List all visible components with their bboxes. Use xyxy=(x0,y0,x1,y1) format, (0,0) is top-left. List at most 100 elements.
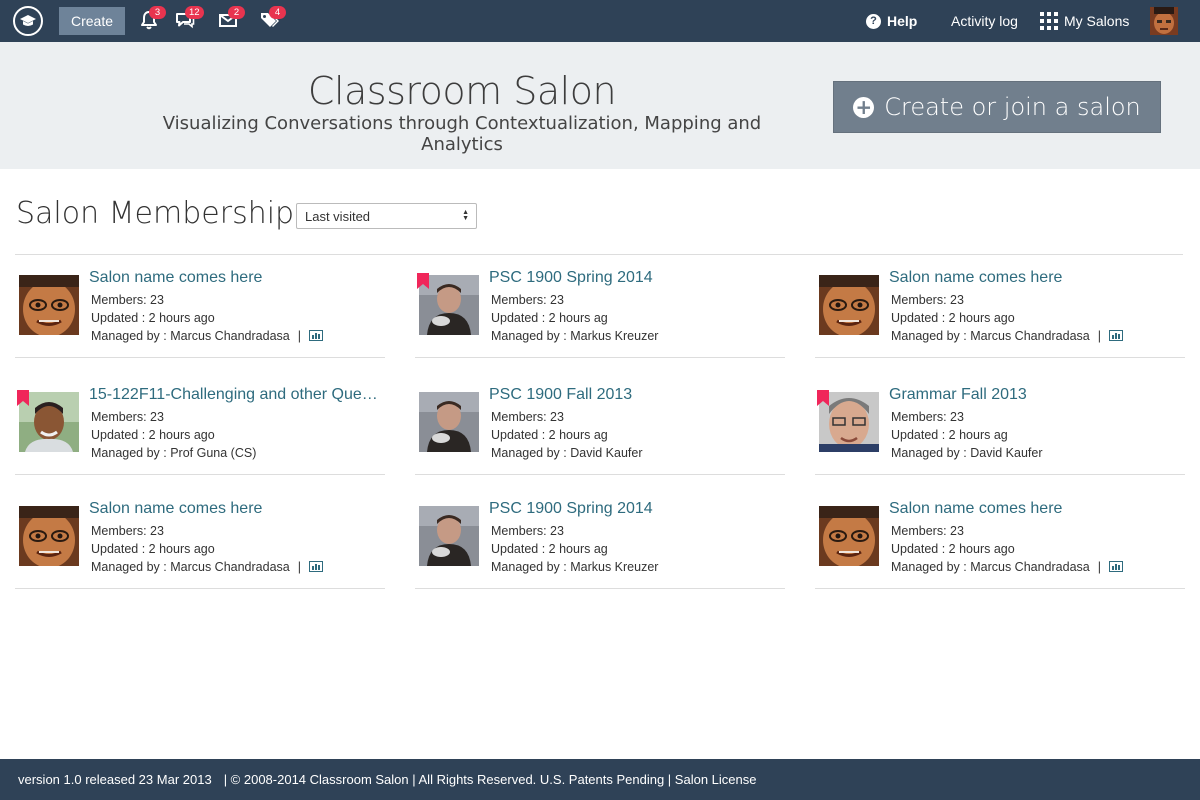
my-salons-label: My Salons xyxy=(1064,13,1130,29)
salon-card[interactable]: Salon name comes here Members: 23 Updated … xyxy=(15,254,385,358)
salon-card[interactable]: Salon name comes here Members: 23 Updated … xyxy=(815,485,1185,589)
salon-thumbnail[interactable] xyxy=(19,275,79,335)
analytics-chart-icon[interactable] xyxy=(308,330,323,341)
salon-thumbnail[interactable] xyxy=(419,506,479,566)
comments-icon[interactable]: 12 xyxy=(175,6,204,32)
analytics-chart-icon[interactable] xyxy=(1108,330,1123,341)
sort-select[interactable]: Last visited ▲ ▼ xyxy=(296,203,477,229)
salon-manager-row: Managed by : Marcus Chandradasa | xyxy=(891,560,1123,574)
footer-version: version 1.0 released 23 Mar 2013 xyxy=(18,772,212,787)
salon-title-link[interactable]: PSC 1900 Spring 2014 xyxy=(489,500,783,518)
separator: | xyxy=(297,329,301,343)
salon-title-link[interactable]: Salon name comes here xyxy=(89,269,383,287)
hero-banner: Classroom Salon Visualizing Conversation… xyxy=(0,42,1200,169)
create-or-join-label: Create or join a salon xyxy=(884,93,1141,121)
salon-updated: Updated : 2 hours ago xyxy=(91,428,215,442)
salon-thumbnail[interactable] xyxy=(19,506,79,566)
salon-members: Members: 23 xyxy=(91,524,164,538)
user-avatar[interactable] xyxy=(1150,7,1178,35)
analytics-chart-icon[interactable] xyxy=(1108,561,1123,572)
activity-log-link[interactable]: Activity log xyxy=(951,0,1018,42)
app-subtitle: Visualizing Conversations through Contex… xyxy=(162,113,762,155)
salon-managed-by: Managed by : Prof Guna (CS) xyxy=(91,446,257,460)
salon-title-link[interactable]: Grammar Fall 2013 xyxy=(889,386,1183,404)
salon-managed-by: Managed by : Marcus Chandradasa xyxy=(91,560,290,574)
salon-title-link[interactable]: Salon name comes here xyxy=(889,269,1183,287)
separator: | xyxy=(1097,329,1101,343)
salon-members: Members: 23 xyxy=(891,410,964,424)
salon-managed-by: Managed by : Marcus Chandradasa xyxy=(891,329,1090,343)
salon-members: Members: 23 xyxy=(891,524,964,538)
salon-manager-row: Managed by : Marcus Chandradasa | xyxy=(91,329,323,343)
tags-badge: 4 xyxy=(269,6,286,19)
salon-managed-by: Managed by : Marcus Chandradasa xyxy=(91,329,290,343)
salon-thumbnail[interactable] xyxy=(819,275,879,335)
notifications-bell-icon[interactable]: 3 xyxy=(139,6,166,32)
salon-managed-by: Managed by : Markus Kreuzer xyxy=(491,329,659,343)
notifications-badge: 3 xyxy=(149,6,166,19)
bookmark-icon xyxy=(417,273,429,289)
salon-updated: Updated : 2 hours ago xyxy=(91,542,215,556)
salon-thumbnail[interactable] xyxy=(819,506,879,566)
salon-title-link[interactable]: Salon name comes here xyxy=(889,500,1183,518)
graduation-cap-logo-icon[interactable] xyxy=(13,6,43,36)
salon-updated: Updated : 2 hours ag xyxy=(891,428,1008,442)
salon-members: Members: 23 xyxy=(491,524,564,538)
salon-updated: Updated : 2 hours ag xyxy=(491,542,608,556)
salon-card[interactable]: Grammar Fall 2013 Members: 23 Updated : 2 … xyxy=(815,371,1185,475)
salon-members: Members: 23 xyxy=(91,410,164,424)
create-button[interactable]: Create xyxy=(59,7,125,35)
separator: | xyxy=(1097,560,1101,574)
salon-card[interactable]: PSC 1900 Spring 2014 Members: 23 Updated :… xyxy=(415,254,785,358)
salon-card[interactable]: Salon name comes here Members: 23 Updated … xyxy=(15,485,385,589)
salon-card[interactable]: Salon name comes here Members: 23 Updated … xyxy=(815,254,1185,358)
salon-managed-by: Managed by : David Kaufer xyxy=(491,446,643,460)
analytics-chart-icon[interactable] xyxy=(308,561,323,572)
sort-select-value: Last visited xyxy=(305,208,371,224)
top-nav-bar: Create 3 12 2 4 ? Help Activity log My S… xyxy=(0,0,1200,42)
bookmark-icon xyxy=(17,390,29,406)
salon-updated: Updated : 2 hours ago xyxy=(891,311,1015,325)
salon-members: Members: 23 xyxy=(91,293,164,307)
salon-card[interactable]: 15-122F11-Challenging and other Question… xyxy=(15,371,385,475)
salon-title-link[interactable]: Salon name comes here xyxy=(89,500,383,518)
salon-updated: Updated : 2 hours ago xyxy=(891,542,1015,556)
footer: version 1.0 released 23 Mar 2013 | © 200… xyxy=(0,759,1200,800)
salon-members: Members: 23 xyxy=(891,293,964,307)
messages-envelope-icon[interactable]: 2 xyxy=(218,6,245,32)
my-salons-menu[interactable]: My Salons xyxy=(1040,0,1129,42)
help-link[interactable]: ? Help xyxy=(866,0,917,42)
salon-manager-row: Managed by : Markus Kreuzer xyxy=(491,560,658,574)
salon-card[interactable]: PSC 1900 Fall 2013 Members: 23 Updated : 2… xyxy=(415,371,785,475)
app-title: Classroom Salon xyxy=(307,69,617,113)
salon-card[interactable]: PSC 1900 Spring 2014 Members: 23 Updated :… xyxy=(415,485,785,589)
messages-badge: 2 xyxy=(228,6,245,19)
help-label: Help xyxy=(887,13,918,29)
salon-updated: Updated : 2 hours ag xyxy=(491,311,608,325)
salon-members: Members: 23 xyxy=(491,410,564,424)
salon-thumbnail[interactable] xyxy=(419,392,479,452)
salon-manager-row: Managed by : Prof Guna (CS) xyxy=(91,446,256,460)
salon-managed-by: Managed by : David Kaufer xyxy=(891,446,1043,460)
salon-managed-by: Managed by : Marcus Chandradasa xyxy=(891,560,1090,574)
salon-members: Members: 23 xyxy=(491,293,564,307)
salon-manager-row: Managed by : David Kaufer xyxy=(491,446,642,460)
salon-manager-row: Managed by : Markus Kreuzer xyxy=(491,329,658,343)
plus-circle-icon: + xyxy=(853,96,875,118)
salon-title-link[interactable]: 15-122F11-Challenging and other Question… xyxy=(89,386,383,404)
salon-managed-by: Managed by : Markus Kreuzer xyxy=(491,560,659,574)
salon-title-link[interactable]: PSC 1900 Spring 2014 xyxy=(489,269,783,287)
create-or-join-salon-button[interactable]: + Create or join a salon xyxy=(833,81,1161,133)
salon-manager-row: Managed by : Marcus Chandradasa | xyxy=(891,329,1123,343)
salon-updated: Updated : 2 hours ag xyxy=(491,428,608,442)
salon-manager-row: Managed by : David Kaufer xyxy=(891,446,1042,460)
salon-manager-row: Managed by : Marcus Chandradasa | xyxy=(91,560,323,574)
apps-grid-icon xyxy=(1040,12,1058,30)
salon-updated: Updated : 2 hours ago xyxy=(91,311,215,325)
bookmark-icon xyxy=(817,390,829,406)
section-title: Salon Memberships xyxy=(16,196,310,231)
salon-title-link[interactable]: PSC 1900 Fall 2013 xyxy=(489,386,783,404)
help-question-icon: ? xyxy=(866,13,881,29)
select-arrows-icon: ▲ ▼ xyxy=(462,209,469,222)
tags-icon[interactable]: 4 xyxy=(259,6,286,32)
